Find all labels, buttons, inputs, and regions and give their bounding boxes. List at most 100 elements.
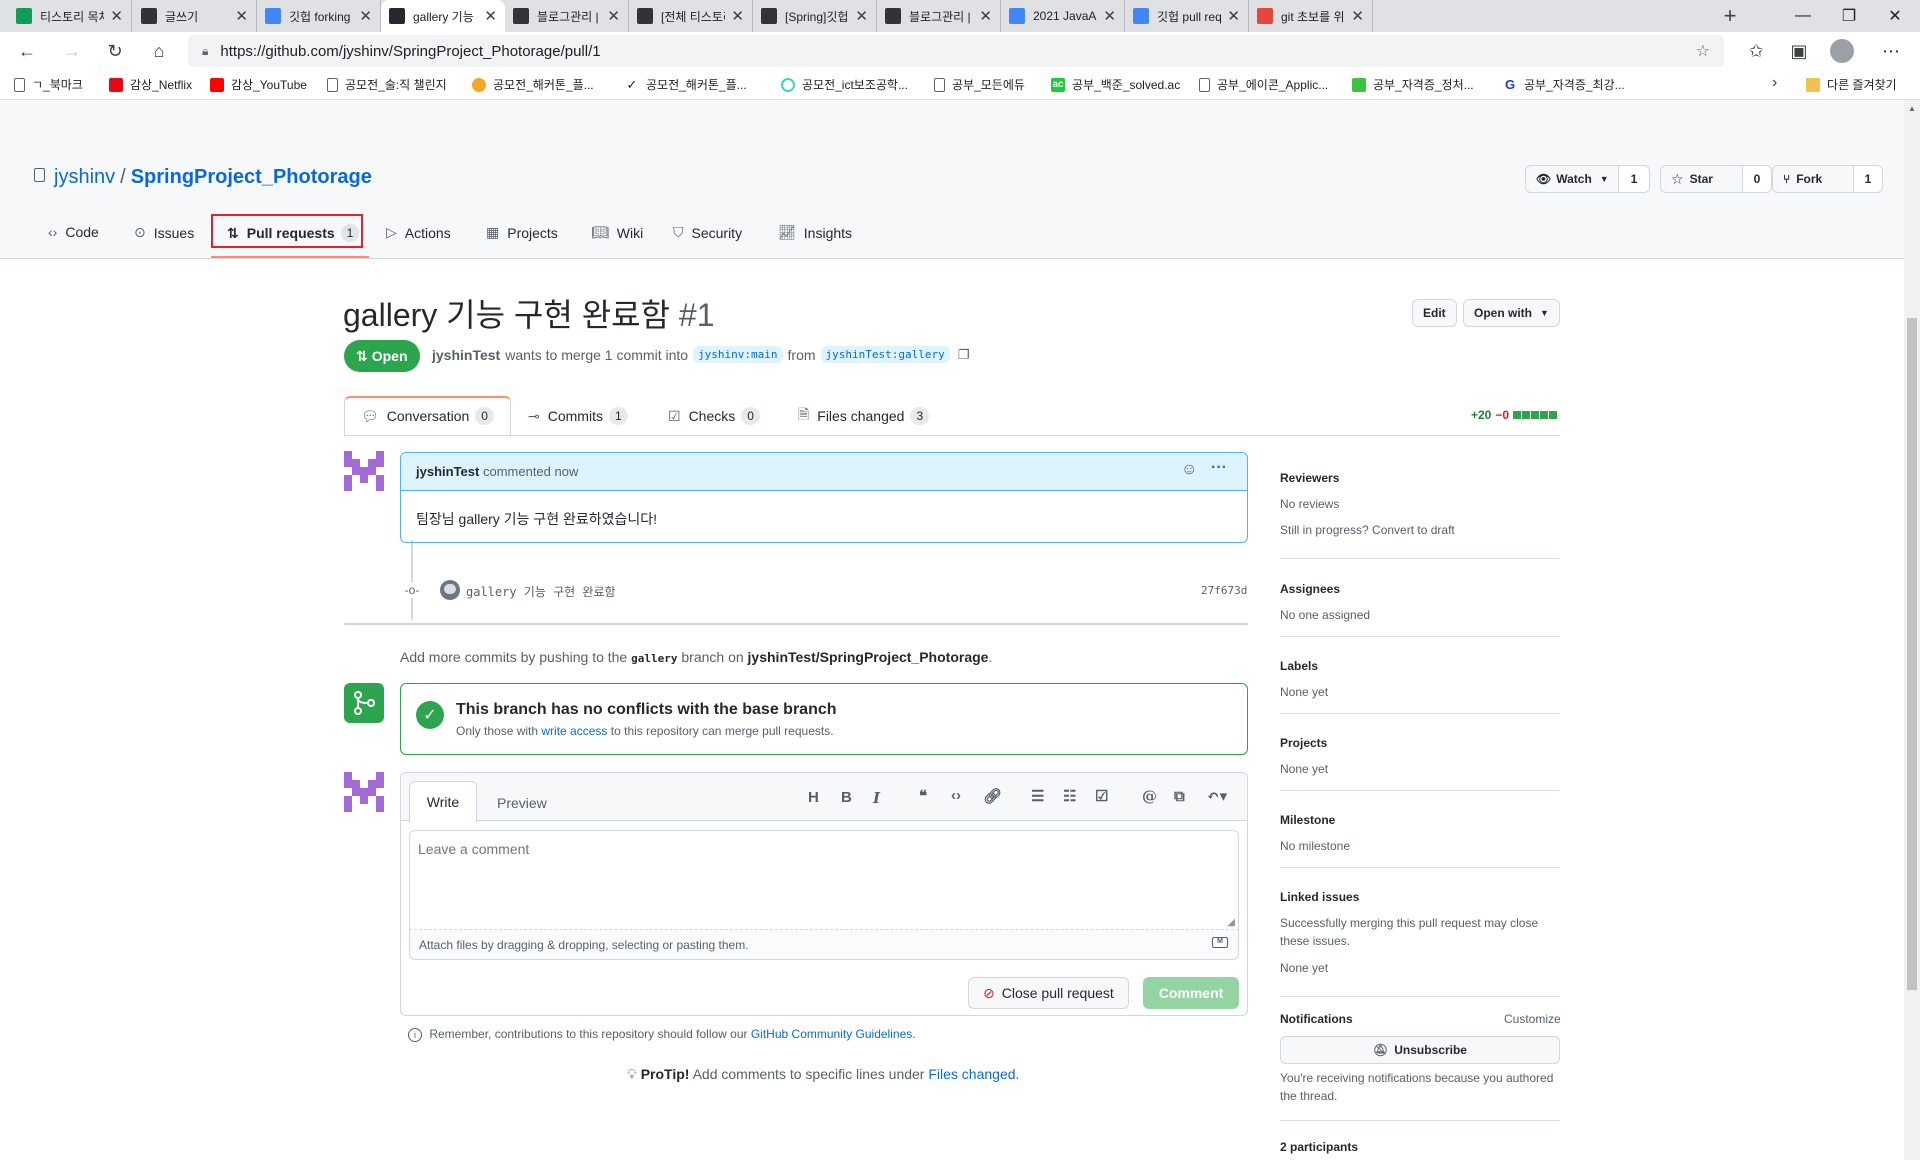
customize-link[interactable]: Customize <box>1504 1012 1561 1026</box>
address-bar[interactable]: 🔒︎ https://github.com/jyshinv/SpringProj… <box>188 35 1724 67</box>
watch-count[interactable]: 1 <box>1618 165 1650 193</box>
minimize-icon[interactable]: — <box>1780 0 1826 32</box>
close-tab-icon[interactable]: ✕ <box>1351 7 1364 25</box>
close-tab-icon[interactable]: ✕ <box>855 7 868 25</box>
avatar[interactable] <box>344 451 384 491</box>
milestone-heading[interactable]: Milestone <box>1280 813 1335 827</box>
browser-tab[interactable]: 깃헙 forking wor✕ <box>257 0 381 32</box>
head-repo-link[interactable]: jyshinTest/SpringProject_Photorage <box>748 649 989 665</box>
bullet-list-icon[interactable]: ☰ <box>1031 787 1044 805</box>
repo-owner-link[interactable]: jyshinv <box>54 166 115 189</box>
tab-wiki[interactable]: 📖︎ Wiki <box>591 224 643 241</box>
link-icon[interactable]: 🔗︎ <box>983 787 1002 805</box>
collections-icon[interactable]: ▣ <box>1786 38 1812 64</box>
task-list-icon[interactable]: ☑ <box>1095 787 1108 805</box>
heading-icon[interactable]: H <box>808 789 819 806</box>
write-tab[interactable]: Write <box>409 781 477 822</box>
bookmark-item[interactable]: 감상_YouTube <box>210 76 307 93</box>
close-tab-icon[interactable]: ✕ <box>1227 7 1240 25</box>
close-tab-icon[interactable]: ✕ <box>110 7 123 25</box>
home-icon[interactable]: ⌂ <box>146 38 172 64</box>
tab-security[interactable]: ⛉ Security <box>673 224 742 241</box>
browser-tab[interactable]: [전체 티스토리 ✕ <box>629 0 753 32</box>
back-icon[interactable]: ← <box>14 38 40 64</box>
bookmark-item[interactable]: ㄱ_북마크 <box>14 76 83 93</box>
bookmark-item[interactable]: 공모전_술:직 챌린지 <box>327 76 447 93</box>
tab-actions[interactable]: ▷ Actions <box>386 224 451 241</box>
bookmark-item[interactable]: 감상_Netflix <box>109 76 192 93</box>
browser-tab[interactable]: gallery 기능 구현✕ <box>381 0 505 32</box>
watch-button[interactable]: 👁︎ Watch ▼ <box>1525 165 1619 193</box>
close-tab-icon[interactable]: ✕ <box>607 7 620 25</box>
linked-issues-heading[interactable]: Linked issues <box>1280 890 1359 904</box>
edit-button[interactable]: Edit <box>1412 299 1457 327</box>
fork-count[interactable]: 1 <box>1853 165 1883 193</box>
kebab-menu-icon[interactable]: ··· <box>1211 459 1227 477</box>
more-menu-icon[interactable]: ⋯ <box>1878 38 1904 64</box>
star-button[interactable]: ☆ Star <box>1660 165 1743 193</box>
profile-avatar[interactable] <box>1830 39 1854 63</box>
pr-tab-files-changed[interactable]: 🗎︎ Files changed 3 <box>798 396 930 436</box>
chevron-right-icon[interactable]: › <box>1772 74 1777 92</box>
open-with-button[interactable]: Open with ▼ <box>1463 299 1560 327</box>
attach-area[interactable]: Attach files by dragging & dropping, sel… <box>409 930 1239 960</box>
scroll-up-icon[interactable]: ▲ <box>1908 104 1916 113</box>
convert-to-draft-link[interactable]: Still in progress? Convert to draft <box>1280 523 1455 537</box>
bookmark-item[interactable]: 공모전_해커톤_플... <box>472 76 594 93</box>
cross-reference-icon[interactable]: ⧉ <box>1174 787 1185 805</box>
close-tab-icon[interactable]: ✕ <box>1103 7 1116 25</box>
tab-code[interactable]: ‹› Code <box>48 224 99 240</box>
pr-tab-conversation[interactable]: 💬︎ Conversation 0 <box>361 396 494 436</box>
tab-issues[interactable]: ⊙ Issues <box>134 224 194 241</box>
italic-icon[interactable]: I <box>873 789 880 807</box>
reload-icon[interactable]: ↻ <box>102 38 128 64</box>
markdown-icon[interactable]: M <box>1212 937 1228 948</box>
close-tab-icon[interactable]: ✕ <box>979 7 992 25</box>
favorites-icon[interactable]: ✩ <box>1743 38 1769 64</box>
bookmark-item[interactable]: G 공부_자격증_최강... <box>1503 76 1625 93</box>
commit-sha-link[interactable]: 27f673d <box>1201 584 1247 597</box>
close-tab-icon[interactable]: ✕ <box>484 7 497 25</box>
restore-icon[interactable]: ❐ <box>1826 0 1872 32</box>
labels-heading[interactable]: Labels <box>1280 659 1318 673</box>
forward-icon[interactable]: → <box>59 38 85 64</box>
resize-handle-icon[interactable]: ◢ <box>1227 917 1235 928</box>
browser-tab[interactable]: [Spring]깃헙 Clo✕ <box>753 0 877 32</box>
commit-message-link[interactable]: gallery 기능 구현 완료함 <box>466 583 616 600</box>
browser-tab[interactable]: 깃헙 pull reques✕ <box>1125 0 1249 32</box>
comment-button[interactable]: Comment <box>1143 977 1239 1009</box>
head-branch[interactable]: jyshinTest:gallery <box>820 346 950 363</box>
pr-tab-commits[interactable]: ⊸ Commits 1 <box>528 396 628 436</box>
other-bookmarks[interactable]: 다른 즐겨찾기 <box>1806 76 1897 93</box>
code-icon[interactable]: ‹› <box>951 787 961 804</box>
browser-tab[interactable]: 글쓰기 ✕ <box>133 0 257 32</box>
bookmark-item[interactable]: 공부_모든에듀 <box>934 76 1025 93</box>
close-pull-request-button[interactable]: ⊘ Close pull request <box>968 977 1129 1009</box>
fork-button[interactable]: ⑂ Fork <box>1772 165 1854 193</box>
write-access-link[interactable]: write access <box>541 724 607 738</box>
numbered-list-icon[interactable]: ☷ <box>1063 787 1076 805</box>
tab-projects[interactable]: ▦ Projects <box>486 224 558 241</box>
close-tab-icon[interactable]: ✕ <box>731 7 744 25</box>
unsubscribe-button[interactable]: 🔕︎ Unsubscribe <box>1280 1036 1560 1064</box>
repo-name-link[interactable]: SpringProject_Photorage <box>131 166 372 189</box>
copy-icon[interactable]: ❐ <box>958 347 970 363</box>
scrollbar-thumb[interactable] <box>1907 318 1917 990</box>
preview-tab[interactable]: Preview <box>497 795 547 811</box>
commit-avatar[interactable] <box>440 580 460 600</box>
browser-tab[interactable]: 티스토리 목차 정✕ <box>8 0 132 32</box>
assignees-heading[interactable]: Assignees <box>1280 582 1340 596</box>
star-count[interactable]: 0 <box>1742 165 1772 193</box>
add-favorite-icon[interactable]: ☆ <box>1696 41 1710 61</box>
browser-tab[interactable]: git 초보를 위한✕ <box>1249 0 1373 32</box>
reviewers-heading[interactable]: Reviewers <box>1280 471 1339 485</box>
reply-icon[interactable]: ↶▾ <box>1207 787 1227 805</box>
bookmark-item[interactable]: 공부_에이콘_Applic... <box>1199 76 1328 93</box>
browser-tab[interactable]: 블로그관리 | TIS✕ <box>877 0 1001 32</box>
tab-insights[interactable]: 📈︎ Insights <box>778 224 852 241</box>
pr-author-link[interactable]: jyshinTest <box>432 347 500 363</box>
base-branch[interactable]: jyshinv:main <box>693 346 783 363</box>
bookmark-item[interactable]: 공모전_ict보조공학... <box>781 76 908 93</box>
pr-tab-checks[interactable]: ☑ Checks 0 <box>668 396 760 436</box>
bold-icon[interactable]: B <box>841 789 852 806</box>
